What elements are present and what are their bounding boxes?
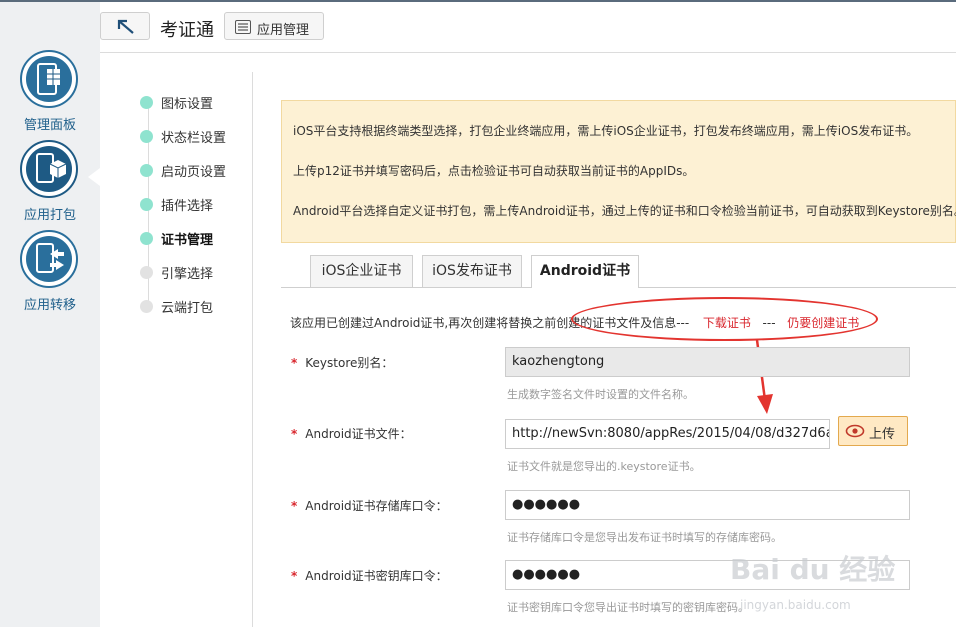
- tab-ios-distribution[interactable]: iOS发布证书: [422, 255, 522, 287]
- eye-icon: [845, 424, 865, 438]
- sidebar-item-label: 应用打包: [23, 208, 76, 223]
- app-manage-label: 应用管理: [257, 23, 310, 38]
- keypass-hint: 证书密钥库口令您导出证书时填写的密钥库密码。: [507, 601, 749, 614]
- notice-box: iOS平台支持根据终端类型选择，打包企业终端应用，需上传iOS企业证书，打包发布…: [281, 100, 956, 243]
- step-label: 插件选择: [161, 199, 214, 214]
- step-label: 图标设置: [161, 97, 214, 112]
- sidebar-item-label: 应用转移: [23, 298, 76, 313]
- app-title: 考证通: [160, 20, 214, 41]
- cert-file-field[interactable]: http://newSvn:8080/appRes/2015/04/08/d32…: [505, 419, 830, 449]
- keystore-label: * Keystore别名：: [291, 356, 394, 370]
- notice-line: 上传p12证书并填写密码后，点击检验证书可自动获取当前证书的AppIDs。: [293, 164, 695, 178]
- step-label: 云端打包: [161, 301, 214, 316]
- step-dot: [140, 198, 153, 211]
- step-dot: [140, 266, 153, 279]
- phone-transfer-icon: [20, 230, 78, 288]
- step-dot: [140, 130, 153, 143]
- notice-line: Android平台选择自定义证书打包，需上传Android证书，通过上传的证书和…: [293, 204, 956, 218]
- sidebar-item-label: 管理面板: [23, 118, 76, 133]
- divider: [252, 72, 253, 627]
- cert-tabs: iOS企业证书 iOS发布证书 Android证书: [281, 254, 956, 288]
- phone-box-icon: [20, 140, 78, 198]
- certfile-label: * Android证书文件：: [291, 427, 412, 441]
- notice-line: iOS平台支持根据终端类型选择，打包企业终端应用，需上传iOS企业证书，打包发布…: [293, 124, 919, 138]
- step-dot: [140, 232, 153, 245]
- step-label: 启动页设置: [161, 165, 227, 180]
- storepass-hint: 证书存储库口令是您导出发布证书时填写的存储库密码。: [507, 531, 782, 544]
- storepass-label: * Android证书存储库口令：: [291, 499, 448, 513]
- watermark-url: jingyan.baidu.com: [740, 598, 851, 612]
- active-pointer: [88, 168, 100, 186]
- store-password-field[interactable]: ●●●●●●: [505, 490, 910, 520]
- step-dot: [140, 96, 153, 109]
- app-manage-button[interactable]: 应用管理: [224, 12, 324, 40]
- tablet-icon: [20, 50, 78, 108]
- keypass-label: * Android证书密钥库口令：: [291, 569, 448, 583]
- step-label: 引擎选择: [161, 267, 214, 282]
- highlight-ellipse: [571, 297, 878, 341]
- keystore-label-text: Keystore别名：: [305, 356, 394, 370]
- step-label: 状态栏设置: [161, 131, 227, 146]
- keystore-hint: 生成数字签名文件时设置的文件名称。: [507, 388, 694, 401]
- list-icon: [235, 20, 251, 34]
- step-dot: [140, 164, 153, 177]
- sidebar-item-package[interactable]: 应用打包: [0, 140, 100, 225]
- keypass-label-text: Android证书密钥库口令：: [305, 569, 448, 583]
- step-label: 证书管理: [161, 233, 214, 248]
- header: 考证通 应用管理: [100, 2, 956, 53]
- sidebar-item-dashboard[interactable]: 管理面板: [0, 50, 100, 135]
- certfile-label-text: Android证书文件：: [305, 427, 412, 441]
- tab-ios-enterprise[interactable]: iOS企业证书: [310, 255, 413, 287]
- step-dot: [140, 300, 153, 313]
- upload-label: 上传: [869, 427, 896, 442]
- keystore-alias-field[interactable]: kaozhengtong: [505, 347, 910, 377]
- back-button[interactable]: [100, 12, 150, 40]
- tab-android[interactable]: Android证书: [531, 255, 639, 288]
- sidebar-item-transfer[interactable]: 应用转移: [0, 230, 100, 315]
- watermark: Bai du 经验: [730, 553, 896, 586]
- certfile-hint: 证书文件就是您导出的.keystore证书。: [507, 460, 701, 473]
- back-arrow-icon: [117, 19, 134, 34]
- upload-button[interactable]: 上传: [838, 416, 908, 446]
- sidebar: 管理面板 应用打包 应用转移: [0, 2, 100, 627]
- storepass-label-text: Android证书存储库口令：: [305, 499, 448, 513]
